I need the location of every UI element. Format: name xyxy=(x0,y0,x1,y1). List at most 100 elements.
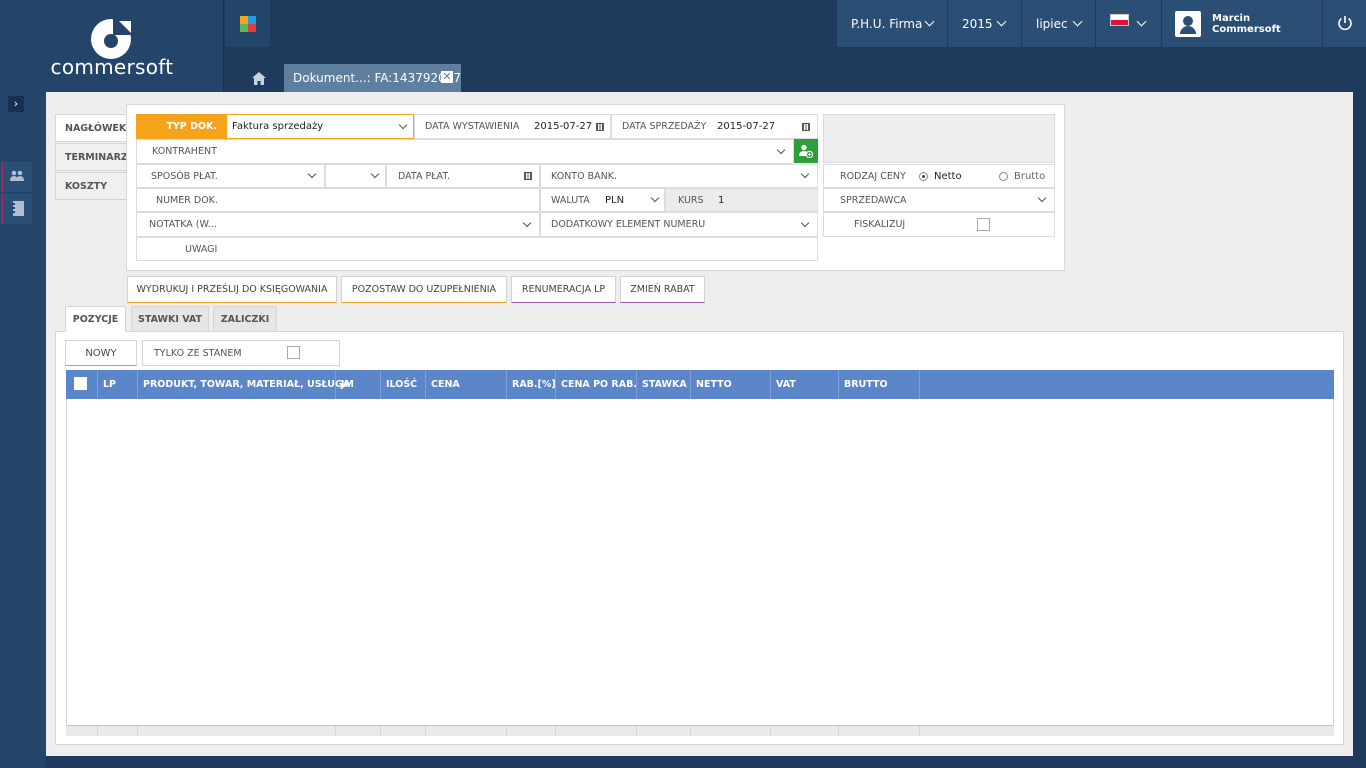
calendar-icon[interactable] xyxy=(596,123,604,131)
waluta-label: WALUTA xyxy=(551,194,590,206)
logout-button[interactable] xyxy=(1322,0,1366,47)
apps-grid-icon xyxy=(240,16,248,24)
tab-koszty[interactable]: KOSZTY xyxy=(55,172,127,200)
chevron-down-icon xyxy=(776,145,786,155)
month-value: lipiec xyxy=(1036,16,1068,31)
user-menu[interactable]: Marcin Commersoft xyxy=(1161,0,1322,47)
select-all-header xyxy=(66,370,98,399)
fiskalizuj-checkbox[interactable] xyxy=(977,218,990,231)
data-sprzedazy-field[interactable]: DATA SPRZEDAŻY 2015-07-27 xyxy=(611,114,818,139)
typ-dok-value: Faktura sprzedaży xyxy=(232,121,324,132)
renumeracja-button[interactable]: RENUMERACJA LP xyxy=(511,276,616,303)
netto-label: Netto xyxy=(934,170,962,182)
uwagi-field[interactable]: UWAGI xyxy=(136,237,818,261)
data-wystawienia-field[interactable]: DATA WYSTAWIENIA 2015-07-27 xyxy=(414,114,611,139)
document-tab-label: Dokument...: FA:143792047 xyxy=(293,71,462,85)
numer-dok-label: NUMER DOK. xyxy=(156,194,218,206)
user-avatar-icon xyxy=(1175,11,1201,37)
home-tab[interactable] xyxy=(236,64,282,92)
numer-dok-field[interactable]: NUMER DOK. xyxy=(136,188,540,212)
tab-stawki-vat[interactable]: STAWKI VAT xyxy=(131,306,209,332)
chevron-down-icon xyxy=(650,193,660,203)
chevron-down-icon xyxy=(1037,193,1047,203)
pozostaw-button[interactable]: POZOSTAW DO UZUPEŁNIENIA xyxy=(341,276,507,303)
chevron-down-icon xyxy=(1136,16,1147,27)
column-header-cena[interactable]: CENA xyxy=(426,370,507,399)
calendar-icon[interactable] xyxy=(802,123,810,131)
expand-sidebar-icon[interactable]: › xyxy=(8,96,24,112)
column-header-rabat[interactable]: RAB.[%] xyxy=(507,370,556,399)
data-plat-field[interactable]: DATA PŁAT. xyxy=(386,164,540,188)
nowy-button[interactable]: NOWY xyxy=(65,340,137,366)
kurs-label: KURS xyxy=(678,194,704,206)
year-selector[interactable]: 2015 xyxy=(947,0,1021,47)
tab-naglowek[interactable]: NAGŁÓWEK xyxy=(55,114,127,142)
power-icon xyxy=(1338,16,1352,31)
typ-dok-label: TYP DOK. xyxy=(136,114,226,139)
column-header-lp[interactable]: LP xyxy=(98,370,138,399)
column-header-vat[interactable]: VAT xyxy=(771,370,839,399)
sidebar-contacts-button[interactable] xyxy=(1,162,32,192)
column-header-jm[interactable]: JM xyxy=(336,370,381,399)
typ-dok-select[interactable]: Faktura sprzedaży xyxy=(226,114,414,139)
language-selector[interactable] xyxy=(1095,0,1161,47)
brutto-radio[interactable] xyxy=(999,172,1008,181)
netto-radio[interactable] xyxy=(919,172,928,181)
chevron-down-icon xyxy=(522,218,532,228)
users-icon xyxy=(10,170,24,181)
termin-select[interactable] xyxy=(325,164,386,188)
column-header-stawka[interactable]: STAWKA xyxy=(637,370,691,399)
select-all-checkbox[interactable] xyxy=(74,377,87,390)
chevron-down-icon xyxy=(370,169,380,179)
chevron-down-icon xyxy=(800,218,810,228)
column-header-cena-po-rab[interactable]: CENA PO RAB. xyxy=(556,370,637,399)
chevron-down-icon xyxy=(398,120,408,130)
chevron-down-icon xyxy=(307,169,317,179)
notatka-select[interactable]: NOTATKA (W... xyxy=(136,212,540,237)
dodatkowy-element-label: DODATKOWY ELEMENT NUMERU xyxy=(551,219,706,230)
zmien-rabat-button[interactable]: ZMIEŃ RABAT xyxy=(620,276,705,303)
kurs-value: 1 xyxy=(718,194,725,206)
positions-grid-footer xyxy=(66,726,1334,736)
kontrahent-select[interactable]: KONTRAHENT xyxy=(136,139,794,164)
company-name: P.H.U. Firma xyxy=(851,16,923,31)
tab-pozycje[interactable]: POZYCJE xyxy=(65,306,126,332)
tylko-ze-stanem-label: TYLKO ZE STANEM xyxy=(154,347,242,359)
user-name: Marcin Commersoft xyxy=(1212,12,1281,35)
chevron-down-icon xyxy=(800,169,810,179)
sposob-plat-label: SPOSÓB PŁAT. xyxy=(151,170,218,182)
rodzaj-ceny-field: RODZAJ CENY Netto Brutto xyxy=(823,164,1055,188)
column-header-ilosc[interactable]: ILOŚĆ xyxy=(381,370,426,399)
tylko-ze-stanem-checkbox[interactable] xyxy=(287,346,300,359)
sidebar-documents-button[interactable] xyxy=(1,194,32,224)
logo-area: commersoft xyxy=(0,0,224,92)
konto-bank-label: KONTO BANK. xyxy=(551,170,617,182)
column-header-netto[interactable]: NETTO xyxy=(691,370,771,399)
document-tab[interactable]: Dokument...: FA:143792047 ✕ xyxy=(284,64,461,92)
konto-bank-select[interactable]: KONTO BANK. xyxy=(540,164,818,188)
wydrukuj-button[interactable]: WYDRUKUJ I PRZEŚLIJ DO KSIĘGOWANIA xyxy=(127,276,337,303)
chevron-down-icon xyxy=(1072,16,1083,27)
kontrahent-label: KONTRAHENT xyxy=(152,146,217,157)
sprzedawca-select[interactable]: SPRZEDAWCA xyxy=(823,188,1055,212)
waluta-value: PLN xyxy=(605,194,625,206)
column-header-produkt[interactable]: PRODUKT, TOWAR, MATERIAŁ, USŁUGA xyxy=(138,370,350,399)
positions-grid-header: LP PRODUKT, TOWAR, MATERIAŁ, USŁUGA JM I… xyxy=(66,370,1334,399)
add-contractor-button[interactable] xyxy=(794,139,818,163)
data-plat-label: DATA PŁAT. xyxy=(398,170,451,182)
apps-button[interactable] xyxy=(225,0,270,47)
tab-terminarz[interactable]: TERMINARZ xyxy=(55,143,128,171)
notatka-label: NOTATKA (W... xyxy=(149,219,217,230)
tab-zaliczki[interactable]: ZALICZKI xyxy=(213,306,277,332)
waluta-select[interactable]: WALUTA PLN xyxy=(540,188,665,212)
data-wystawienia-value: 2015-07-27 xyxy=(534,121,593,132)
month-selector[interactable]: lipiec xyxy=(1021,0,1095,47)
company-selector[interactable]: P.H.U. Firma xyxy=(836,0,947,47)
sposob-plat-select[interactable]: SPOSÓB PŁAT. xyxy=(136,164,325,188)
column-header-brutto[interactable]: BRUTTO xyxy=(839,370,920,399)
calendar-icon[interactable] xyxy=(524,172,532,180)
close-tab-icon[interactable]: ✕ xyxy=(441,71,453,83)
positions-grid-body xyxy=(66,399,1334,726)
kurs-field[interactable]: KURS 1 xyxy=(665,188,818,212)
dodatkowy-element-select[interactable]: DODATKOWY ELEMENT NUMERU xyxy=(540,212,818,237)
